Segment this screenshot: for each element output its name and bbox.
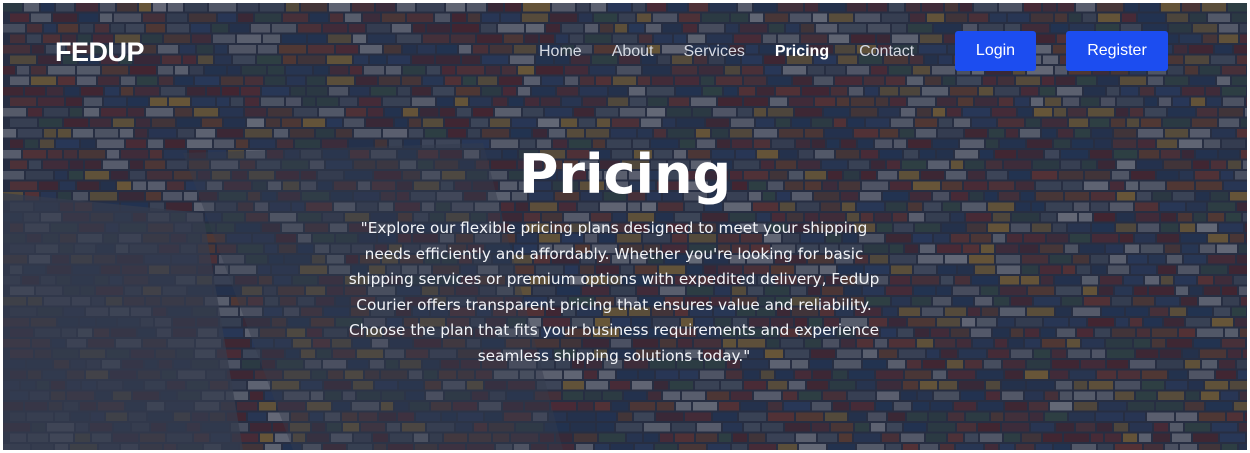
login-button[interactable]: Login [955, 31, 1036, 71]
hero-description: "Explore our flexible pricing plans desi… [348, 219, 880, 365]
navbar: FEDUP Home About Services Pricing Contac… [3, 3, 1247, 103]
nav-link-home[interactable]: Home [539, 43, 582, 61]
brand-logo[interactable]: FEDUP [55, 37, 145, 68]
hero-section: FEDUP Home About Services Pricing Contac… [3, 3, 1247, 450]
nav-link-contact[interactable]: Contact [859, 43, 914, 61]
register-button[interactable]: Register [1066, 31, 1168, 71]
nav-link-pricing[interactable]: Pricing [775, 43, 829, 61]
nav-links: Home About Services Pricing Contact [539, 43, 944, 61]
nav-link-about[interactable]: About [612, 43, 654, 61]
nav-link-services[interactable]: Services [684, 43, 745, 61]
page-title: Pricing [518, 143, 732, 206]
